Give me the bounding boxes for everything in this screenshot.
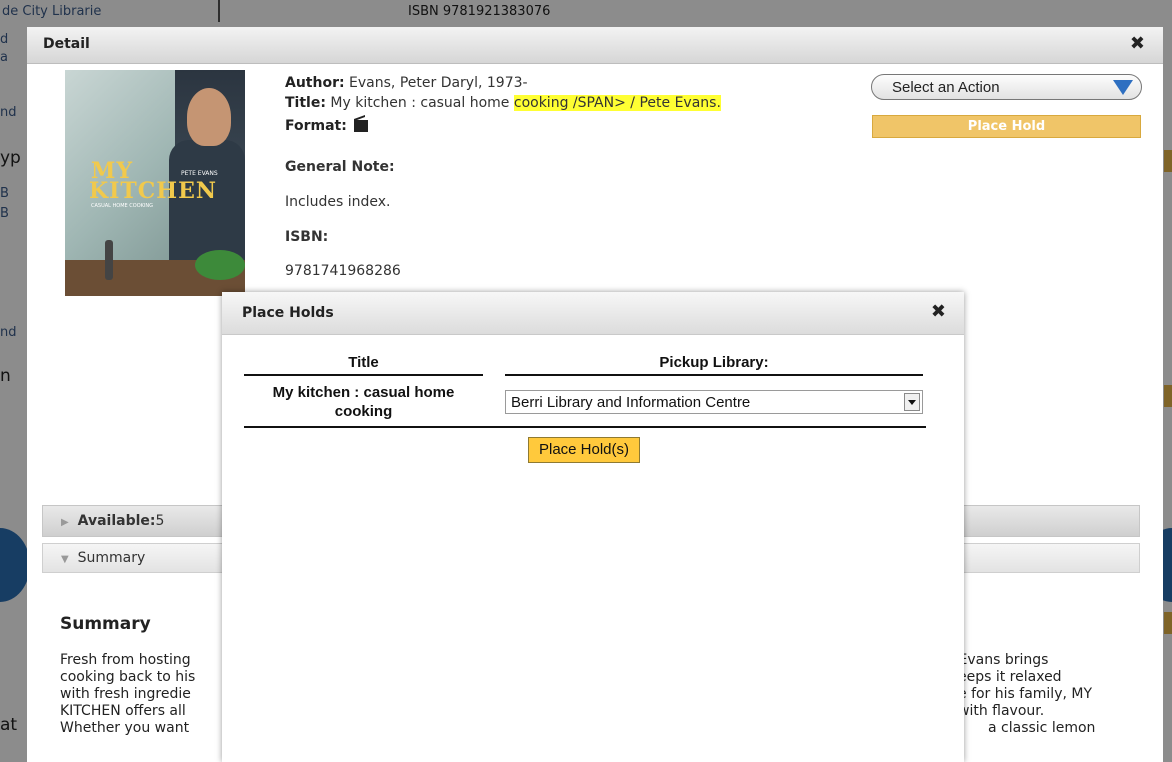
- isbn-value: 9781741968286: [285, 263, 401, 279]
- summary-line: with fresh ingredie: [60, 686, 191, 702]
- column-header-pickup-library: Pickup Library:: [659, 354, 769, 371]
- chevron-down-icon[interactable]: [904, 393, 920, 411]
- available-count: 5: [155, 513, 165, 529]
- place-holds-dialog: Place Holds ✖ Title Pickup Library: My k…: [222, 292, 964, 762]
- hold-item-title: My kitchen : casual home cooking: [272, 384, 455, 420]
- action-select[interactable]: Select an Action: [871, 74, 1142, 100]
- chevron-down-icon: [1113, 80, 1133, 95]
- summary-line-right: a classic lemon: [988, 720, 1096, 736]
- available-label: ▶ Available:5: [61, 513, 165, 529]
- header-divider: [505, 374, 923, 376]
- format-label: Format:: [285, 118, 347, 134]
- cover-subtitle: CASUAL HOME COOKING: [91, 203, 154, 209]
- summary-line: cooking back to his: [60, 669, 196, 685]
- summary-bar-label-text: Summary: [77, 550, 146, 566]
- close-icon[interactable]: ✖: [1130, 33, 1145, 54]
- pickup-library-select[interactable]: Berri Library and Information Centre: [505, 390, 923, 414]
- header-divider: [244, 374, 483, 376]
- detail-title: Detail: [43, 36, 90, 52]
- cover-title-line2: KITCHEN: [89, 178, 217, 204]
- place-holds-title-bar: Place Holds ✖: [222, 292, 964, 335]
- place-hold-button[interactable]: Place Hold: [872, 115, 1141, 138]
- general-note-label: General Note:: [285, 159, 395, 175]
- general-note-value: Includes index.: [285, 194, 391, 210]
- close-icon[interactable]: ✖: [931, 301, 946, 322]
- title-value-highlight: cooking /SPAN> / Pete Evans.: [513, 95, 721, 111]
- title-line: Title: My kitchen : casual home cooking …: [285, 93, 845, 113]
- pickup-library-value: Berri Library and Information Centre: [511, 394, 751, 411]
- column-header-title: Title: [348, 354, 379, 371]
- row-divider: [244, 426, 926, 428]
- book-format-icon: [354, 115, 369, 132]
- place-holds-submit-button[interactable]: Place Hold(s): [528, 437, 640, 463]
- author-line: Author: Evans, Peter Daryl, 1973-: [285, 73, 845, 93]
- summary-line: Fresh from hosting: [60, 652, 191, 668]
- detail-title-bar: Detail ✖: [27, 27, 1163, 64]
- available-label-text: Available:: [77, 513, 156, 529]
- cover-author: PETE EVANS: [181, 170, 218, 177]
- record-metadata: Author: Evans, Peter Daryl, 1973- Title:…: [285, 73, 845, 136]
- isbn-label: ISBN:: [285, 229, 329, 245]
- summary-line: KITCHEN offers all: [60, 703, 186, 719]
- summary-heading: Summary: [60, 614, 151, 634]
- summary-bar-label: ▼ Summary: [61, 550, 146, 566]
- book-cover-image: MY KITCHEN CASUAL HOME COOKING PETE EVAN…: [65, 70, 245, 296]
- place-holds-title: Place Holds: [242, 305, 334, 321]
- summary-line-right: with flavour.: [958, 703, 1045, 719]
- summary-line: Whether you want: [60, 720, 190, 736]
- title-label: Title:: [285, 95, 326, 111]
- summary-line-right: e for his family, MY: [958, 686, 1093, 702]
- summary-line-right: eeps it relaxed: [958, 669, 1062, 685]
- author-label: Author:: [285, 75, 345, 91]
- author-value: Evans, Peter Daryl, 1973-: [349, 75, 528, 91]
- action-select-label: Select an Action: [892, 79, 1000, 96]
- format-line: Format:: [285, 113, 845, 136]
- title-value: My kitchen : casual home: [330, 95, 514, 111]
